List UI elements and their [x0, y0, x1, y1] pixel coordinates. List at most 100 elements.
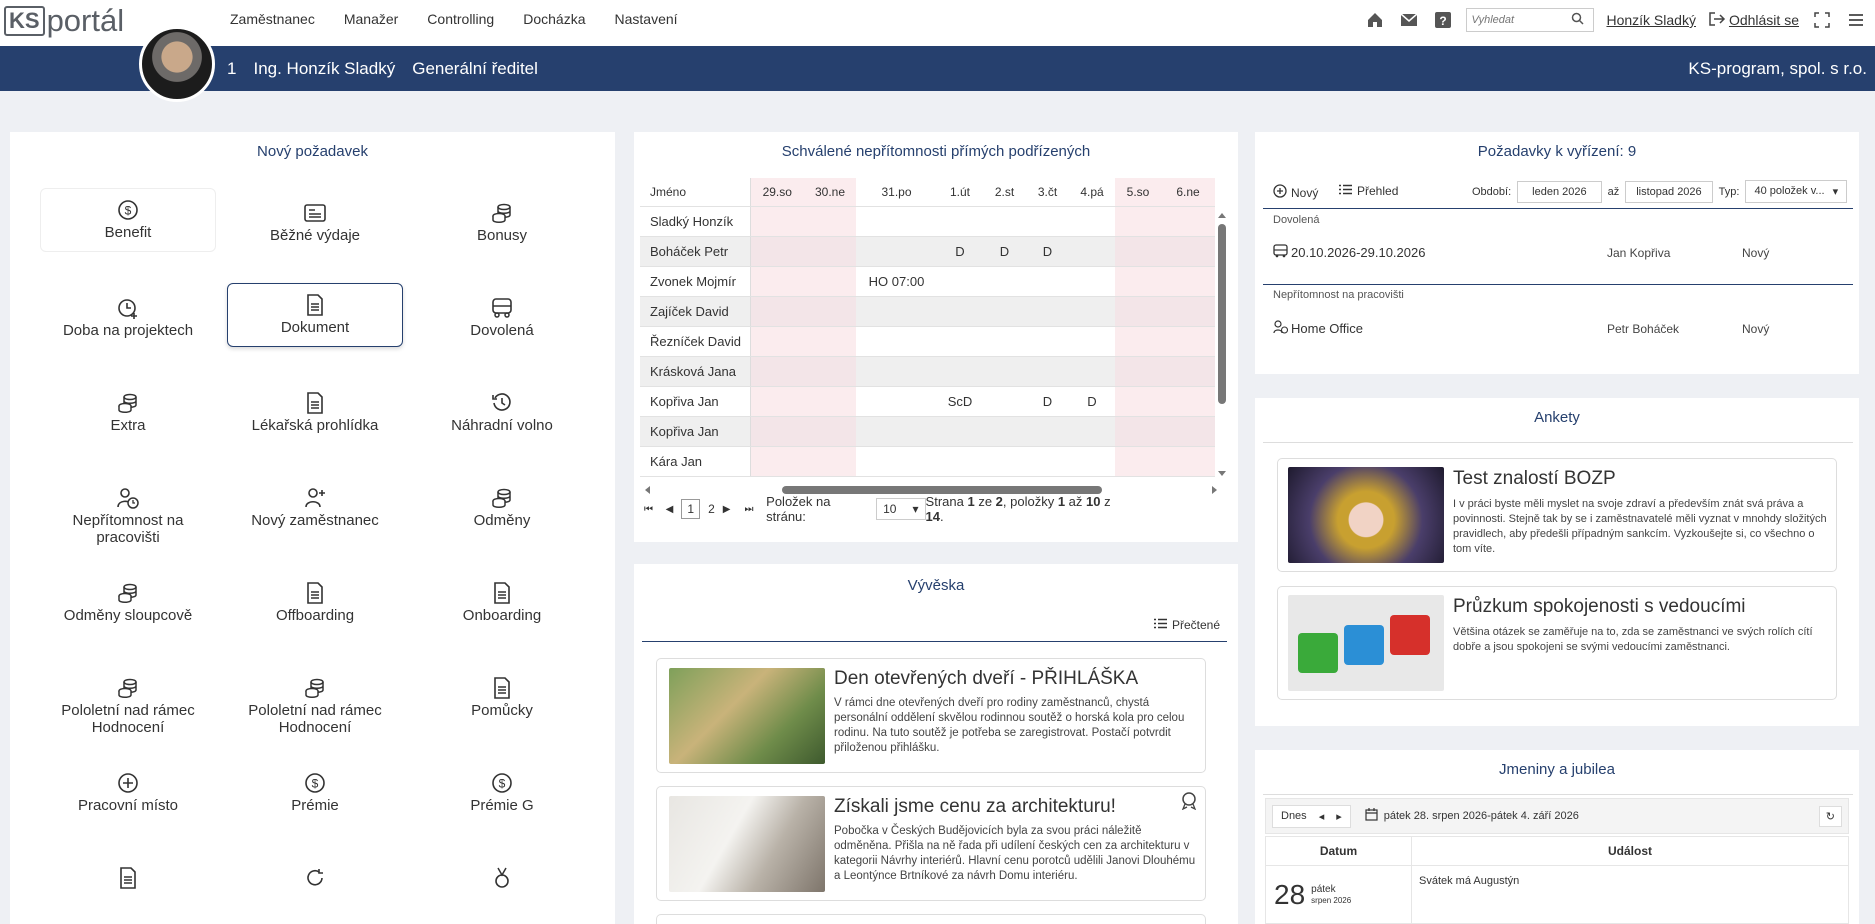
request-item[interactable]: Onboarding: [414, 572, 590, 667]
search-input[interactable]: [1471, 14, 1572, 26]
user-link[interactable]: Honzík Sladký: [1606, 12, 1695, 28]
day-cell[interactable]: [804, 296, 856, 327]
survey-card[interactable]: Test znalostí BOZP I v práci byste měli …: [1277, 458, 1837, 572]
day-cell[interactable]: [1026, 326, 1069, 357]
app-logo[interactable]: KS portál: [4, 2, 124, 40]
prev-page-icon[interactable]: ◀: [666, 504, 682, 515]
day-cell[interactable]: [1026, 416, 1069, 447]
last-page-icon[interactable]: ⏭: [744, 504, 762, 515]
day-cell[interactable]: [1069, 446, 1115, 477]
avatar[interactable]: [139, 26, 215, 102]
nav-item-dochazka[interactable]: Docházka: [523, 11, 585, 27]
type-select[interactable]: 40 položek v... ▾: [1745, 180, 1848, 203]
day-cell[interactable]: D: [1026, 386, 1069, 417]
new-request-button[interactable]: Nový: [1273, 184, 1318, 201]
menu-icon[interactable]: [1845, 9, 1867, 31]
day-cell[interactable]: [983, 266, 1026, 297]
day-cell[interactable]: [856, 446, 937, 477]
request-item[interactable]: Dovolená: [414, 287, 590, 382]
day-cell[interactable]: [1161, 236, 1215, 267]
request-item[interactable]: Nepřítomnost na pracovišti: [40, 477, 216, 572]
day-cell[interactable]: [1115, 446, 1161, 477]
day-cell[interactable]: [856, 326, 937, 357]
day-cell[interactable]: [1161, 386, 1215, 417]
survey-card[interactable]: Průzkum spokojenosti s vedoucími Většina…: [1277, 586, 1837, 700]
overview-button[interactable]: Přehled: [1339, 184, 1398, 198]
period-from-input[interactable]: leden 2026: [1517, 180, 1602, 203]
day-cell[interactable]: [983, 356, 1026, 387]
day-cell[interactable]: [856, 386, 937, 417]
day-cell[interactable]: [750, 266, 804, 297]
request-item[interactable]: Odměny sloupcově: [40, 572, 216, 667]
day-cell[interactable]: [1115, 326, 1161, 357]
today-button[interactable]: Dnes ◂ ▸: [1272, 804, 1351, 828]
request-item[interactable]: Pololetní nad rámec Hodnocení: [227, 667, 403, 762]
table-row[interactable]: Řezníček David: [640, 326, 1215, 357]
home-icon[interactable]: [1364, 9, 1386, 31]
day-cell[interactable]: [1069, 266, 1115, 297]
logout-link[interactable]: Odhlásit se: [1708, 11, 1799, 30]
search-icon[interactable]: [1571, 12, 1584, 28]
day-cell[interactable]: [1161, 296, 1215, 327]
day-cell[interactable]: [1161, 356, 1215, 387]
request-item[interactable]: Pololetní nad rámec Hodnocení: [40, 667, 216, 762]
request-item[interactable]: Nový zaměstnanec: [227, 477, 403, 572]
day-cell[interactable]: [1069, 416, 1115, 447]
day-cell[interactable]: [804, 356, 856, 387]
day-cell[interactable]: [1161, 206, 1215, 237]
day-cell[interactable]: [804, 326, 856, 357]
next-icon[interactable]: ▸: [1336, 810, 1342, 823]
day-cell[interactable]: [1115, 356, 1161, 387]
request-item[interactable]: [227, 857, 403, 924]
day-cell[interactable]: [750, 446, 804, 477]
day-cell[interactable]: [856, 236, 937, 267]
day-cell[interactable]: [937, 326, 983, 357]
day-cell[interactable]: [1161, 326, 1215, 357]
request-item[interactable]: Extra: [40, 382, 216, 477]
request-item[interactable]: Pomůcky: [414, 667, 590, 762]
nav-item-zamestnanec[interactable]: Zaměstnanec: [230, 11, 315, 27]
request-item[interactable]: Bonusy: [414, 192, 590, 287]
day-cell[interactable]: [983, 416, 1026, 447]
day-cell[interactable]: [1026, 206, 1069, 237]
day-cell[interactable]: [1115, 416, 1161, 447]
day-cell[interactable]: [983, 296, 1026, 327]
prev-icon[interactable]: ◂: [1319, 810, 1325, 823]
absences-hscroll[interactable]: [644, 482, 1219, 494]
day-cell[interactable]: [937, 296, 983, 327]
day-cell[interactable]: [1026, 356, 1069, 387]
day-cell[interactable]: [856, 356, 937, 387]
day-cell[interactable]: [1115, 206, 1161, 237]
day-cell[interactable]: D: [1069, 386, 1115, 417]
day-cell[interactable]: [1069, 296, 1115, 327]
day-cell[interactable]: [1161, 266, 1215, 297]
day-cell[interactable]: [937, 356, 983, 387]
board-post[interactable]: Získali jsme cenu za architekturu! Poboč…: [656, 786, 1206, 901]
absences-vscroll[interactable]: [1217, 212, 1227, 477]
day-cell[interactable]: [804, 416, 856, 447]
day-cell[interactable]: D: [1026, 236, 1069, 267]
nav-item-controlling[interactable]: Controlling: [427, 11, 494, 27]
day-cell[interactable]: [750, 356, 804, 387]
day-cell[interactable]: [750, 206, 804, 237]
page-2-button[interactable]: 2: [700, 500, 723, 518]
day-cell[interactable]: [1161, 446, 1215, 477]
board-post[interactable]: Den otevřených dveří - PŘIHLÁŠKA V rámci…: [656, 658, 1206, 773]
period-to-input[interactable]: listopad 2026: [1625, 180, 1713, 203]
day-cell[interactable]: [1069, 356, 1115, 387]
table-row[interactable]: Krásková Jana: [640, 356, 1215, 387]
request-item[interactable]: Lékařská prohlídka: [227, 382, 403, 477]
day-cell[interactable]: [750, 236, 804, 267]
day-cell[interactable]: [983, 206, 1026, 237]
day-cell[interactable]: [937, 416, 983, 447]
day-cell[interactable]: [1115, 296, 1161, 327]
day-cell[interactable]: [1026, 446, 1069, 477]
pending-row[interactable]: 20.10.2026-29.10.2026 Jan Kopřiva Nový: [1273, 244, 1843, 261]
request-item[interactable]: [40, 857, 216, 924]
request-item[interactable]: Běžné výdaje: [227, 192, 403, 287]
day-cell[interactable]: D: [937, 236, 983, 267]
request-item[interactable]: Doba na projektech: [40, 287, 216, 382]
day-cell[interactable]: [750, 296, 804, 327]
day-cell[interactable]: [1115, 386, 1161, 417]
request-item[interactable]: $ Prémie: [227, 762, 403, 857]
